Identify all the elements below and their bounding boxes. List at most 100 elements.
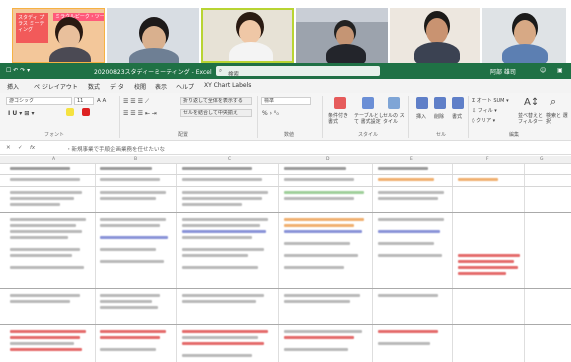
blurred-cell: [182, 224, 260, 227]
cancel-icon[interactable]: ✕: [6, 145, 11, 151]
find-select-label[interactable]: 検索と 選択: [546, 113, 568, 125]
blurred-cell: [182, 197, 262, 200]
blurred-cell: [10, 203, 60, 206]
column-g[interactable]: G: [540, 157, 544, 162]
font-color-icon[interactable]: [82, 108, 90, 116]
search-box[interactable]: ⌕ 検索: [216, 66, 380, 78]
blurred-cell: [182, 330, 268, 333]
autosum-button[interactable]: Σ オート SUM ▾: [472, 97, 509, 104]
menu-help[interactable]: ヘルプ: [176, 82, 194, 91]
fill-label: フィル: [477, 108, 493, 114]
blurred-cell: [182, 266, 258, 269]
gridline: [95, 164, 96, 362]
format-cells-icon[interactable]: [452, 97, 464, 109]
bold-italic-underline-icons[interactable]: I U ▾ ⊞ ▾: [8, 110, 35, 117]
menu-xy-chart-labels[interactable]: XY Chart Labels: [204, 82, 251, 89]
group-font: フォント: [44, 132, 65, 138]
cell-styles-icon[interactable]: [388, 97, 400, 109]
function-icon[interactable]: fx: [30, 145, 35, 151]
user-name[interactable]: 阿部 雄司: [490, 67, 516, 76]
fill-color-icon[interactable]: [66, 108, 74, 116]
blurred-cell: [10, 236, 68, 239]
blurred-cell: [284, 254, 358, 257]
column-c[interactable]: C: [228, 157, 231, 162]
gridline: [524, 164, 525, 362]
align-horizontal-icons[interactable]: ☰ ☰ ☰ ⇤ ⇥: [123, 110, 157, 117]
group-editing: 編集: [509, 132, 520, 138]
column-b[interactable]: B: [134, 157, 137, 162]
column-f[interactable]: F: [486, 157, 489, 162]
number-format-select[interactable]: 標準: [261, 97, 311, 105]
title-bar: ☐ ↶ ↷ ▾ 20200823スタディーミーティング - Excel ⌕ 検索…: [0, 63, 571, 79]
table-format-icon[interactable]: [362, 97, 374, 109]
blurred-cell: [100, 236, 168, 239]
menu-view[interactable]: 表示: [155, 82, 167, 91]
blurred-cell: [458, 178, 498, 181]
font-name-select[interactable]: 游ゴシック: [6, 97, 72, 105]
clear-button[interactable]: ◊ クリア ▾: [472, 117, 495, 124]
fill-button[interactable]: ⇩ フィル ▾: [472, 107, 497, 114]
participant-tile-6[interactable]: [482, 8, 566, 63]
delete-cells-icon[interactable]: [434, 97, 446, 109]
blurred-cell: [10, 248, 80, 251]
participant-tile-4[interactable]: [296, 8, 388, 63]
font-grow-icon[interactable]: A A: [97, 98, 106, 104]
blurred-cell: [378, 254, 442, 257]
gridline: [0, 174, 571, 175]
autosum-label: オート SUM: [476, 98, 505, 104]
participant-tile-3-active[interactable]: [201, 8, 294, 63]
menu-data[interactable]: デ タ: [110, 82, 124, 91]
confirm-icon[interactable]: ✓: [18, 145, 23, 151]
column-a[interactable]: A: [52, 157, 55, 162]
column-d[interactable]: D: [326, 157, 329, 162]
emoji-icon[interactable]: ☺: [540, 67, 546, 74]
format-label[interactable]: 書式: [452, 113, 462, 120]
participant-tile-1[interactable]: スタディ プラス ミーティング ミラクルピーク・ツーリア・アズ: [12, 8, 105, 63]
wrap-text-button[interactable]: 折り返して全体を表示する: [180, 97, 252, 105]
align-icons[interactable]: ☰ ☰ ☰ ⟋: [123, 98, 149, 106]
blurred-cell: [10, 348, 82, 351]
sort-filter-label[interactable]: 並べ替えと フィルター: [518, 113, 544, 125]
cell-styles-label[interactable]: セルの スタイル: [383, 113, 407, 125]
font-size-select[interactable]: 11: [74, 97, 94, 105]
blurred-cell: [284, 197, 354, 200]
sort-filter-icon[interactable]: A↕: [524, 97, 539, 108]
participant-tile-5[interactable]: [390, 8, 480, 63]
sheet-grid[interactable]: [0, 164, 571, 362]
number-format-icons[interactable]: % › ⁰₀: [262, 110, 279, 117]
blurred-cell: [182, 248, 264, 251]
participant-body: [129, 48, 179, 63]
blurred-cell: [100, 294, 160, 297]
insert-label[interactable]: 挿入: [416, 113, 426, 120]
menu-review[interactable]: 校閲: [134, 82, 146, 91]
participant-tile-2[interactable]: [107, 8, 199, 63]
blurred-cell: [378, 197, 438, 200]
clear-label: クリア: [476, 118, 492, 124]
conditional-format-label[interactable]: 条件付き 書式: [328, 113, 354, 125]
blurred-cell: [182, 230, 266, 233]
participant-body: [229, 42, 273, 61]
blurred-cell: [182, 254, 248, 257]
window-icon[interactable]: ▣: [557, 67, 563, 74]
participant-face: [58, 25, 80, 49]
conditional-format-icon[interactable]: [334, 97, 346, 109]
blurred-cell: [100, 306, 158, 309]
delete-label[interactable]: 削除: [434, 113, 444, 120]
blurred-cell: [284, 348, 348, 351]
blurred-cell: [182, 294, 264, 297]
blurred-cell: [284, 336, 354, 339]
blurred-cell: [182, 178, 262, 181]
quick-access-toolbar[interactable]: ☐ ↶ ↷ ▾: [6, 67, 30, 74]
menu-insert[interactable]: 挿入: [7, 82, 19, 91]
table-format-label[interactable]: テーブルとして 書式設定: [354, 113, 384, 125]
column-e[interactable]: E: [410, 157, 413, 162]
formula-content[interactable]: ・新規事業で手順企画業務を任せたいな: [66, 145, 165, 153]
find-icon[interactable]: ⌕: [550, 95, 556, 109]
menu-formulas[interactable]: 数式: [88, 82, 100, 91]
merge-center-button[interactable]: セルを結合して中央揃え: [180, 109, 252, 117]
separator: [257, 96, 258, 138]
formula-bar: ✕ ✓ fx ・新規事業で手順企画業務を任せたいな: [0, 142, 571, 155]
blurred-cell: [10, 178, 80, 181]
insert-cells-icon[interactable]: [416, 97, 428, 109]
menu-page-layout[interactable]: ペ ジレイアウト: [34, 82, 78, 91]
